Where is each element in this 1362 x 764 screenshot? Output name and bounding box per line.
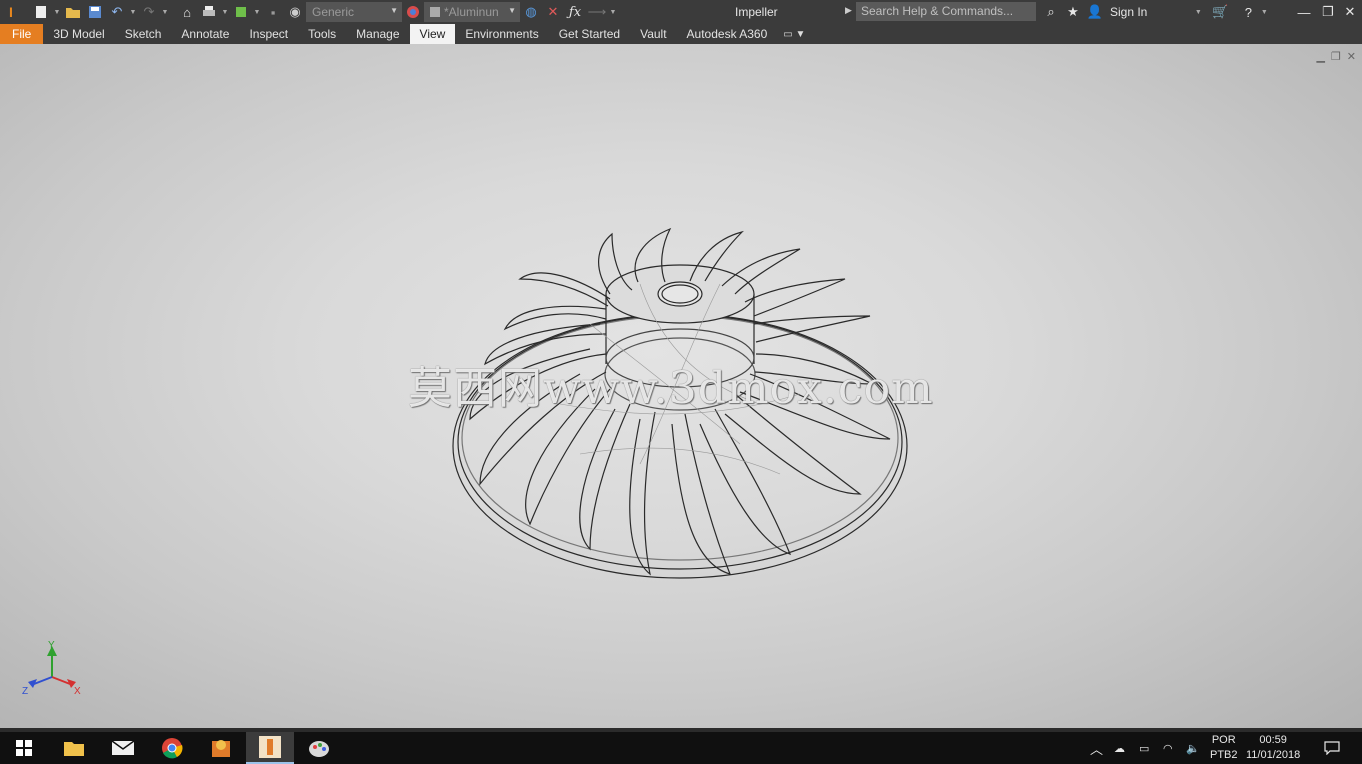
keyboard-layout: PTB2 (1210, 749, 1238, 761)
title-right-tools: ⌕ ★ 👤 Sign In ▼ 🛒 ? ▼ (1040, 0, 1269, 24)
y-axis-label: Y (48, 640, 55, 651)
show-hidden-icons[interactable]: ︿ (1090, 732, 1103, 764)
volume-icon[interactable]: 🔈 (1186, 732, 1200, 764)
tab-manage[interactable]: Manage (346, 24, 409, 44)
play-arrow-icon[interactable]: ▶ (845, 5, 852, 16)
battery-icon[interactable]: ▭ (1139, 732, 1149, 764)
customize-dropdown-icon[interactable]: ▼ (608, 0, 618, 24)
viewport-minimize-icon[interactable]: ▁ (1316, 50, 1324, 63)
material-dropdown[interactable]: Generic ▼ (306, 2, 402, 22)
inventor-taskbar-icon[interactable] (246, 732, 294, 764)
clock[interactable]: 00:59 11/01/2018 (1246, 732, 1310, 764)
user-icon[interactable]: 👤 (1084, 0, 1106, 24)
design-doctor-icon[interactable]: ◉ (284, 0, 306, 24)
appearance-color-icon[interactable] (402, 0, 424, 24)
appearance-dropdown[interactable]: *Aluminun ▼ (424, 2, 520, 22)
open-folder-icon[interactable] (62, 0, 84, 24)
ribbon-tabs: File 3D Model Sketch Annotate Inspect To… (0, 24, 1362, 44)
home-icon[interactable]: ⌂ (176, 0, 198, 24)
aluminum-swatch-icon (430, 7, 440, 17)
minimize-icon[interactable]: — (1292, 0, 1316, 24)
ribbon-toggle-icon[interactable]: ▭ ▼ (777, 24, 811, 44)
adjust-appearance-icon[interactable]: ◍ (520, 0, 542, 24)
tab-get-started[interactable]: Get Started (549, 24, 630, 44)
save-icon[interactable] (84, 0, 106, 24)
viewport-close-icon[interactable]: ✕ (1347, 50, 1356, 63)
measure-icon[interactable]: ⟶ (586, 0, 608, 24)
material-dropdown-value: Generic (312, 5, 355, 19)
inventor-logo-icon[interactable]: I (0, 0, 22, 24)
redo-dropdown-icon[interactable]: ▼ (160, 0, 170, 24)
sign-in-dropdown-icon[interactable]: ▼ (1193, 0, 1203, 24)
tab-environments[interactable]: Environments (455, 24, 548, 44)
view-triad[interactable]: Y X Z (18, 640, 88, 700)
clock-time: 00:59 (1259, 734, 1287, 746)
file-explorer-icon[interactable] (50, 732, 98, 764)
close-icon[interactable]: ✕ (1338, 0, 1362, 24)
z-axis-line (33, 676, 53, 685)
viewport-window-controls: ▁ ❐ ✕ (1316, 50, 1356, 63)
tab-inspect[interactable]: Inspect (239, 24, 298, 44)
tab-vault[interactable]: Vault (630, 24, 676, 44)
chrome-icon[interactable] (148, 732, 196, 764)
restore-icon[interactable]: ❐ (1316, 0, 1340, 24)
update-icon[interactable] (230, 0, 252, 24)
chevron-up-icon[interactable]: ︿ (1090, 739, 1103, 758)
graphics-viewport[interactable]: ▁ ❐ ✕ 莫西网www.3dmox.com Y X Z (0, 44, 1362, 728)
start-button-icon[interactable] (0, 732, 48, 764)
onedrive-icon[interactable]: ☁ (1114, 732, 1125, 764)
star-icon[interactable]: ★ (1062, 0, 1084, 24)
taskbar: ︿ ☁ ▭ ◠ 🔈 POR PTB2 00:59 11/01/2018 (0, 732, 1362, 764)
chevron-down-icon: ▼ (508, 6, 516, 15)
document-title: Impeller (735, 5, 778, 19)
cart-icon[interactable]: 🛒 (1209, 0, 1231, 24)
help-icon[interactable]: ? (1237, 0, 1259, 24)
x-axis-label: X (74, 686, 81, 697)
tab-3d-model[interactable]: 3D Model (43, 24, 114, 44)
language-code: POR (1211, 734, 1236, 746)
clock-date: 11/01/2018 (1246, 749, 1301, 761)
new-file-icon[interactable] (30, 0, 52, 24)
paint-icon[interactable] (295, 732, 343, 764)
select-mode-icon[interactable]: ▪ (262, 0, 284, 24)
sign-in-link[interactable]: Sign In (1110, 5, 1147, 19)
tab-autodesk-a360[interactable]: Autodesk A360 (677, 24, 778, 44)
binoculars-icon[interactable]: ⌕ (1040, 0, 1062, 24)
appearance-dropdown-value: *Aluminun (444, 5, 499, 19)
language-indicator[interactable]: POR PTB2 (1210, 732, 1240, 764)
mail-icon[interactable] (99, 732, 147, 764)
x-axis-line (51, 676, 71, 685)
clear-appearance-icon[interactable]: ✕ (542, 0, 564, 24)
tab-sketch[interactable]: Sketch (115, 24, 172, 44)
chevron-down-icon: ▼ (390, 6, 398, 15)
print-icon[interactable] (198, 0, 220, 24)
parameters-fx-icon[interactable]: ƒx (564, 0, 586, 24)
notification-center-icon[interactable] (1324, 732, 1340, 764)
undo-dropdown-icon[interactable]: ▼ (128, 0, 138, 24)
z-axis-label: Z (22, 686, 28, 697)
wifi-icon[interactable]: ◠ (1163, 732, 1173, 764)
search-input[interactable]: Search Help & Commands... (856, 2, 1036, 21)
tab-file[interactable]: File (0, 24, 44, 44)
viewport-restore-icon[interactable]: ❐ (1331, 50, 1341, 63)
tab-annotate[interactable]: Annotate (171, 24, 239, 44)
help-dropdown-icon[interactable]: ▼ (1259, 0, 1269, 24)
tab-view[interactable]: View (409, 24, 456, 44)
redo-icon[interactable]: ↷ (138, 0, 160, 24)
new-dropdown-icon[interactable]: ▼ (52, 0, 62, 24)
print-dropdown-icon[interactable]: ▼ (220, 0, 230, 24)
hub-bore (657, 281, 703, 307)
update-dropdown-icon[interactable]: ▼ (252, 0, 262, 24)
app-package-icon[interactable] (197, 732, 245, 764)
tab-tools[interactable]: Tools (298, 24, 346, 44)
undo-icon[interactable]: ↶ (106, 0, 128, 24)
watermark-text: 莫西网www.3dmox.com (408, 363, 934, 414)
